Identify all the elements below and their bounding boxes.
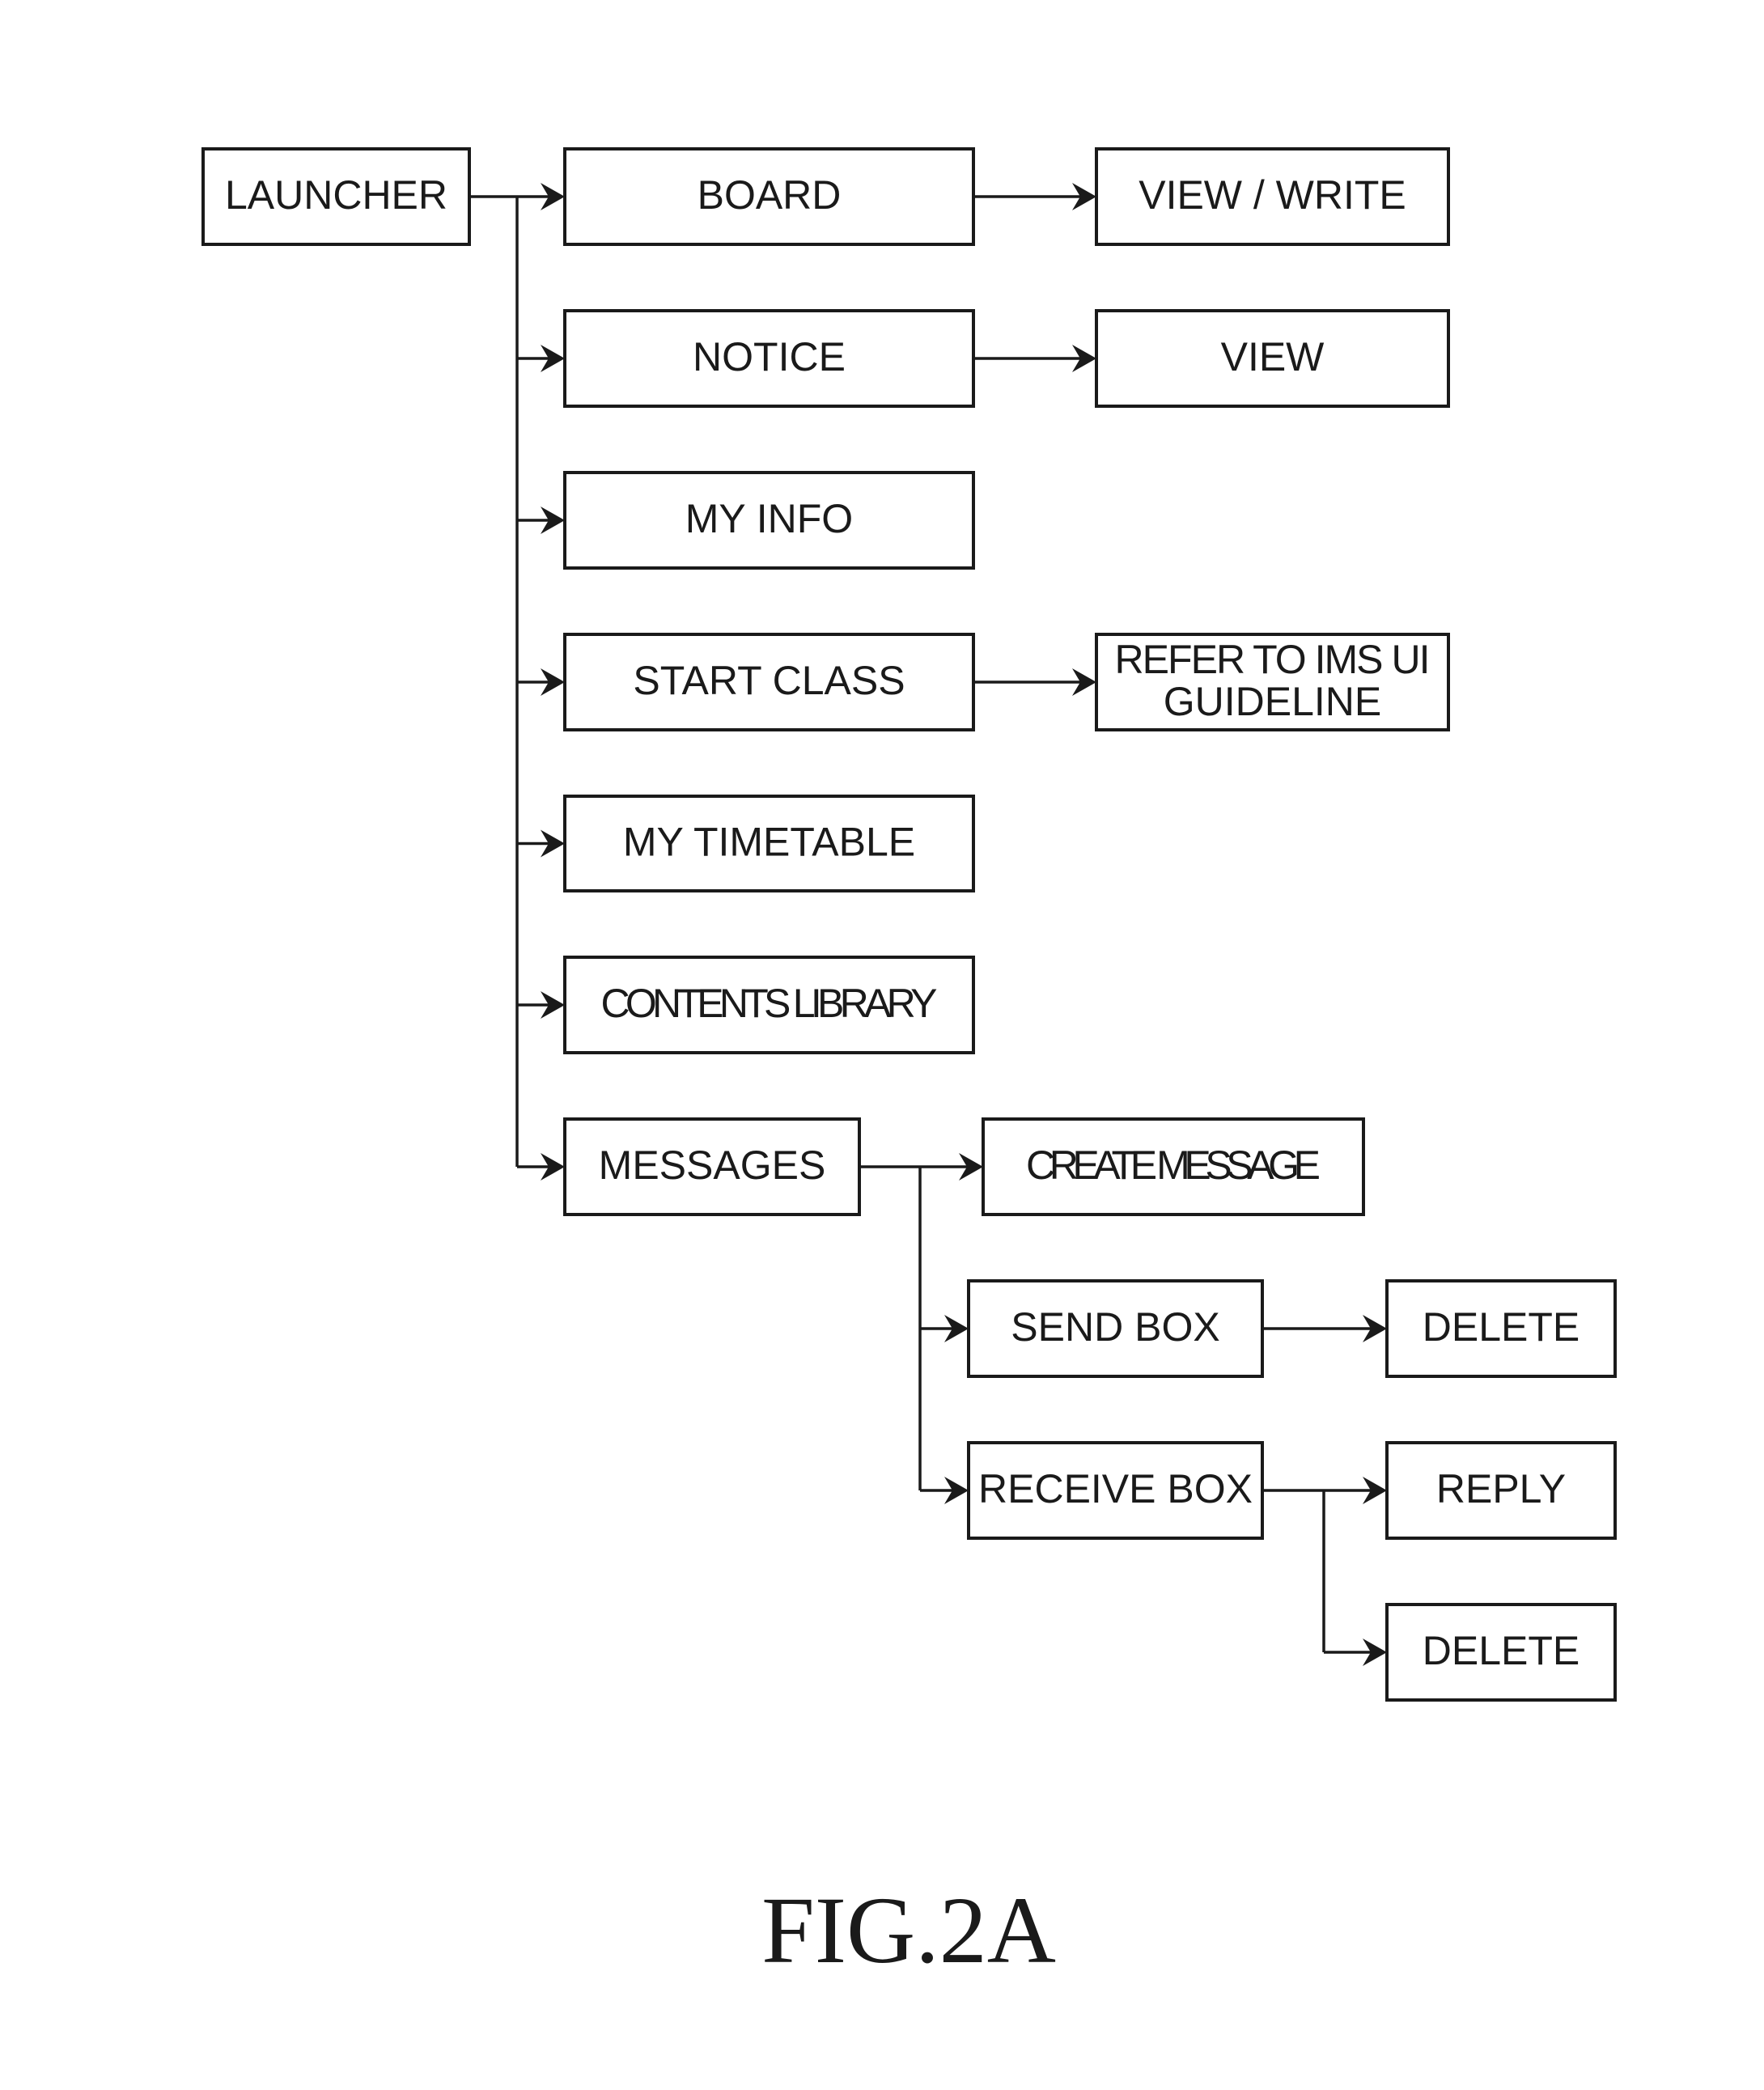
nodes-layer: LAUNCHER BOARD VIEW / WRITE NOTICE VIEW MY IN… (201, 147, 1617, 1702)
node-label: VIEW (1221, 334, 1325, 379)
figure-caption: FIG.2A (761, 1877, 1056, 1983)
edge-launcher-to-contents-library (517, 991, 565, 1019)
edge-receive-box-to-receive-box-reply (1324, 1477, 1387, 1504)
node-send-box: SEND BOX (967, 1279, 1264, 1378)
edge-launcher-to-my-info (517, 507, 565, 534)
node-label: REPLY (1436, 1466, 1566, 1511)
node-label: CREATE MESSAGE (1026, 1143, 1321, 1188)
node-label: VIEW / WRITE (1139, 172, 1406, 218)
node-label: MESSAGES (599, 1143, 826, 1188)
node-launcher: LAUNCHER (201, 147, 471, 246)
node-contents-library: CONTENTS LIBRARY (563, 956, 975, 1054)
node-messages: MESSAGES (563, 1117, 861, 1216)
node-label: BOARD (698, 172, 842, 218)
node-board: BOARD (563, 147, 975, 246)
edge-start-class-to-refer-ims (973, 668, 1096, 696)
edge-send-box-to-send-box-delete (1262, 1315, 1387, 1342)
edge-messages-to-receive-box (920, 1477, 969, 1504)
node-label: MY TIMETABLE (623, 820, 915, 865)
edge-launcher-to-start-class (517, 668, 565, 696)
node-send-box-delete: DELETE (1385, 1279, 1617, 1378)
node-receive-box: RECEIVE BOX (967, 1441, 1264, 1540)
node-receive-box-delete: DELETE (1385, 1603, 1617, 1702)
node-refer-ims: REFER TO IMS UIGUIDELINE (1095, 633, 1450, 731)
edge-notice-to-notice-view (973, 345, 1096, 372)
node-label: CONTENTS LIBRARY (601, 981, 938, 1026)
node-receive-box-reply: REPLY (1385, 1441, 1617, 1540)
node-label: MY INFO (685, 496, 853, 541)
edge-launcher-to-messages (517, 1153, 565, 1181)
node-label: RECEIVE BOX (978, 1466, 1253, 1511)
node-notice-view: VIEW (1095, 309, 1450, 408)
node-my-info: MY INFO (563, 471, 975, 570)
node-notice: NOTICE (563, 309, 975, 408)
edge-launcher-to-my-timetable (517, 829, 565, 858)
edge-board-to-board-view-write (973, 183, 1096, 210)
menu-hierarchy-diagram: LAUNCHER BOARD VIEW / WRITE NOTICE VIEW MY IN… (201, 147, 1617, 1983)
edge-messages-to-create-message (920, 1153, 983, 1181)
node-label: LAUNCHER (225, 172, 447, 218)
node-label: DELETE (1423, 1628, 1580, 1673)
node-label: GUIDELINE (1164, 679, 1382, 724)
edge-launcher-to-board (517, 183, 565, 210)
node-label: DELETE (1423, 1304, 1580, 1350)
node-label: START CLASS (633, 658, 905, 703)
edge-launcher-to-notice (517, 345, 565, 372)
edge-receive-box-to-receive-box-delete (1324, 1639, 1387, 1666)
node-my-timetable: MY TIMETABLE (563, 795, 975, 892)
node-label: NOTICE (693, 334, 846, 379)
node-start-class: START CLASS (563, 633, 975, 731)
node-create-message: CREATE MESSAGE (982, 1117, 1365, 1216)
node-label: REFER TO IMS UI (1115, 637, 1431, 682)
edge-messages-to-send-box (920, 1315, 969, 1342)
node-board-view-write: VIEW / WRITE (1095, 147, 1450, 246)
node-label: SEND BOX (1011, 1304, 1219, 1350)
